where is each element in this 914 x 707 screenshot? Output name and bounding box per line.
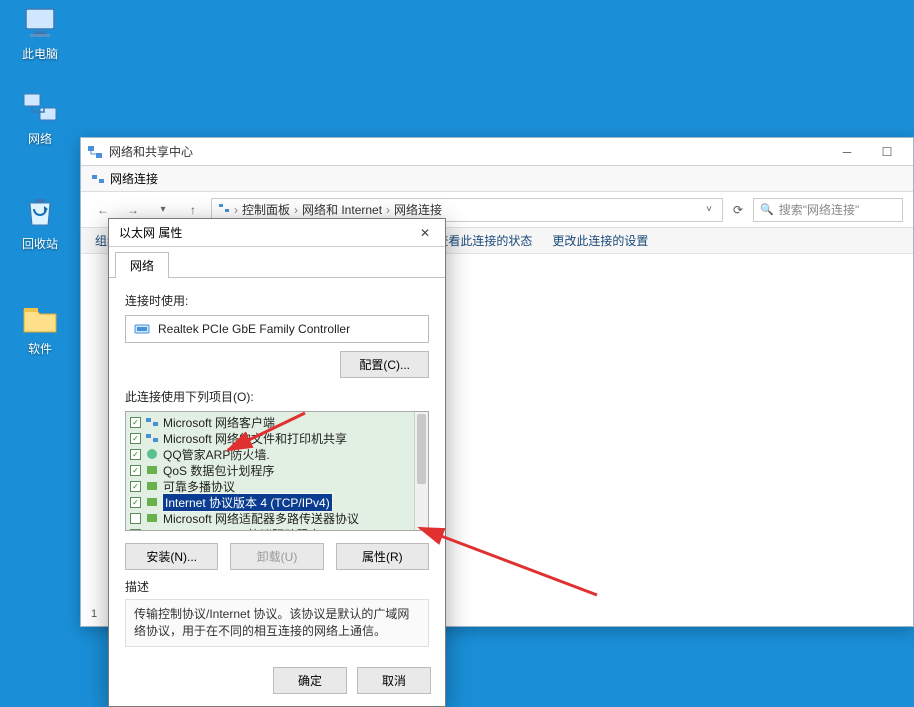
network-icon xyxy=(20,90,60,126)
explorer-tab-label: 网络连接 xyxy=(110,170,158,187)
properties-button[interactable]: 属性(R) xyxy=(336,543,429,570)
list-item-label: Microsoft 网络的文件和打印机共享 xyxy=(163,430,347,447)
window-title: 网络和共享中心 xyxy=(109,143,827,160)
chevron-right-icon: › xyxy=(386,203,390,217)
network-component-icon xyxy=(145,512,159,524)
chevron-right-icon: › xyxy=(294,203,298,217)
network-component-icon xyxy=(145,528,159,531)
breadcrumb-icon xyxy=(218,202,230,217)
desktop-icon-label: 软件 xyxy=(5,340,75,357)
address-dropdown-button[interactable]: ˅ xyxy=(702,204,716,215)
toolbar-change-settings[interactable]: 更改此连接的设置 xyxy=(552,232,648,249)
connect-using-label: 连接时使用: xyxy=(125,292,429,309)
toolbar-view-status[interactable]: 查看此连接的状态 xyxy=(436,232,532,249)
desktop-icon-label: 网络 xyxy=(5,130,75,147)
description-label: 描述 xyxy=(125,578,429,595)
tab-network[interactable]: 网络 xyxy=(115,252,169,278)
network-component-icon xyxy=(145,432,159,444)
dialog-footer: 确定 取消 xyxy=(109,659,445,706)
list-item[interactable]: ✓ Microsoft LLDP 协议驱动程序 xyxy=(126,526,428,531)
list-item-label: 可靠多播协议 xyxy=(163,478,235,495)
desktop-icon-this-pc[interactable]: 此电脑 xyxy=(5,5,75,62)
configure-button[interactable]: 配置(C)... xyxy=(340,351,429,378)
titlebar[interactable]: 网络和共享中心 ─ ☐ xyxy=(81,138,913,166)
list-item-label: Internet 协议版本 4 (TCP/IPv4) xyxy=(163,494,332,511)
search-input[interactable]: 🔍 搜索"网络连接" xyxy=(753,198,903,222)
dialog-body: 连接时使用: Realtek PCIe GbE Family Controlle… xyxy=(109,278,445,659)
checkbox-icon[interactable]: ✓ xyxy=(130,497,141,508)
checkbox-icon[interactable]: ✓ xyxy=(130,433,141,444)
list-item[interactable]: ✓ QQ管家ARP防火墙. xyxy=(126,446,428,462)
checkbox-icon[interactable]: ✓ xyxy=(130,417,141,428)
list-item[interactable]: ✓ Microsoft 网络的文件和打印机共享 xyxy=(126,430,428,446)
network-component-icon xyxy=(145,464,159,476)
network-component-icon xyxy=(145,448,159,460)
network-connections-icon xyxy=(91,172,105,186)
ok-button[interactable]: 确定 xyxy=(273,667,347,694)
list-item[interactable]: ✓ Microsoft 网络客户端 xyxy=(126,414,428,430)
network-sharing-icon xyxy=(87,144,103,160)
desktop-icon-network[interactable]: 网络 xyxy=(5,90,75,147)
desktop-icon-label: 此电脑 xyxy=(5,45,75,62)
search-icon: 🔍 xyxy=(760,203,774,216)
dialog-title: 以太网 属性 xyxy=(119,224,182,241)
dialog-tab-strip: 网络 xyxy=(109,247,445,278)
install-button[interactable]: 安装(N)... xyxy=(125,543,218,570)
network-component-icon xyxy=(145,496,159,508)
dialog-titlebar[interactable]: 以太网 属性 ✕ xyxy=(109,219,445,247)
cancel-button[interactable]: 取消 xyxy=(357,667,431,694)
chevron-right-icon: › xyxy=(234,203,238,217)
list-item-label: QoS 数据包计划程序 xyxy=(163,462,274,479)
breadcrumb-item[interactable]: 控制面板 xyxy=(242,201,290,218)
list-item[interactable]: Microsoft 网络适配器多路传送器协议 xyxy=(126,510,428,526)
ethernet-properties-dialog: 以太网 属性 ✕ 网络 连接时使用: Realtek PCIe GbE Fami… xyxy=(108,218,446,707)
list-item[interactable]: ✓ QoS 数据包计划程序 xyxy=(126,462,428,478)
network-component-icon xyxy=(145,480,159,492)
refresh-button[interactable]: ⟳ xyxy=(729,201,747,219)
checkbox-icon[interactable]: ✓ xyxy=(130,449,141,460)
uninstall-button[interactable]: 卸载(U) xyxy=(230,543,323,570)
items-list-label: 此连接使用下列项目(O): xyxy=(125,388,429,405)
scrollbar[interactable] xyxy=(414,412,428,530)
close-button[interactable]: ✕ xyxy=(409,222,441,244)
adapter-field: Realtek PCIe GbE Family Controller xyxy=(125,315,429,343)
maximize-button[interactable]: ☐ xyxy=(867,141,907,163)
computer-icon xyxy=(20,5,60,41)
breadcrumb-item[interactable]: 网络和 Internet xyxy=(302,201,382,218)
desktop-icon-label: 回收站 xyxy=(5,235,75,252)
status-item-count: 1 xyxy=(91,608,97,620)
checkbox-icon[interactable]: ✓ xyxy=(130,481,141,492)
description-text: 传输控制协议/Internet 协议。该协议是默认的广域网络协议，用于在不同的相… xyxy=(125,599,429,647)
list-item-label: Microsoft LLDP 协议驱动程序 xyxy=(163,526,320,532)
checkbox-icon[interactable] xyxy=(130,513,141,524)
breadcrumb-item[interactable]: 网络连接 xyxy=(394,201,442,218)
network-adapter-icon xyxy=(134,322,150,336)
list-item[interactable]: ✓ 可靠多播协议 xyxy=(126,478,428,494)
minimize-button[interactable]: ─ xyxy=(827,141,867,163)
list-item-selected[interactable]: ✓ Internet 协议版本 4 (TCP/IPv4) xyxy=(126,494,428,510)
search-placeholder: 搜索"网络连接" xyxy=(779,201,860,218)
network-items-list[interactable]: ✓ Microsoft 网络客户端 ✓ Microsoft 网络的文件和打印机共… xyxy=(125,411,429,531)
scroll-thumb[interactable] xyxy=(417,414,426,484)
folder-icon xyxy=(20,300,60,336)
desktop-icon-recycle-bin[interactable]: 回收站 xyxy=(5,195,75,252)
list-item-label: QQ管家ARP防火墙. xyxy=(163,446,270,463)
recycle-bin-icon xyxy=(20,195,60,231)
list-item-label: Microsoft 网络适配器多路传送器协议 xyxy=(163,510,359,527)
checkbox-icon[interactable]: ✓ xyxy=(130,529,141,532)
explorer-tab-strip: 网络连接 xyxy=(81,166,913,192)
network-component-icon xyxy=(145,416,159,428)
adapter-name: Realtek PCIe GbE Family Controller xyxy=(158,322,350,336)
desktop-icon-folder[interactable]: 软件 xyxy=(5,300,75,357)
checkbox-icon[interactable]: ✓ xyxy=(130,465,141,476)
list-item-label: Microsoft 网络客户端 xyxy=(163,414,275,431)
